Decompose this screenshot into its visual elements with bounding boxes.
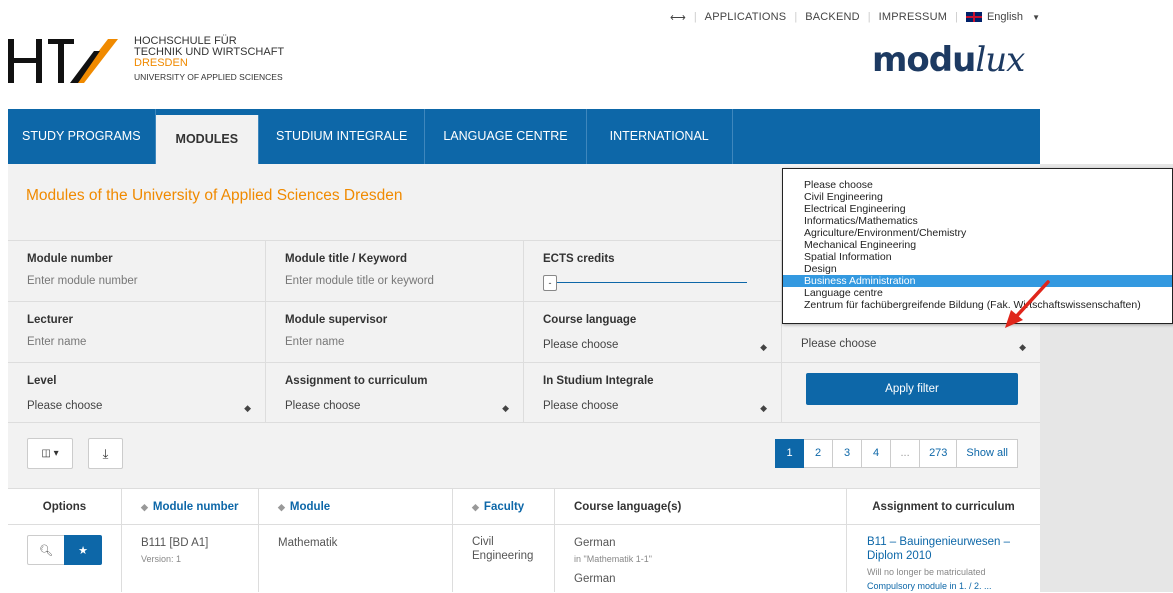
nav-study-programs[interactable]: STUDY PROGRAMS	[8, 109, 156, 164]
apply-filter-cell: Apply filter	[782, 363, 1040, 423]
results-toolbar: ◫ ▾ ⤓ 1 2 3 4 ... 273 Show all	[8, 422, 1040, 488]
select-caret-icon: ◆	[760, 403, 767, 413]
select-caret-icon: ◆	[244, 403, 251, 413]
favorite-button[interactable]: ★	[64, 535, 102, 565]
annotation-arrow-icon	[1005, 280, 1050, 328]
course-language-value-2: German	[574, 573, 616, 585]
main-nav: STUDY PROGRAMS MODULES STUDIUM INTEGRALE…	[8, 109, 1040, 164]
lecturer-filter: Lecturer Enter name	[8, 302, 266, 362]
download-button[interactable]: ⤓	[88, 438, 123, 469]
curriculum-detail: Compulsory module in 1. / 2. ...	[867, 581, 992, 591]
select-caret-icon: ◆	[760, 342, 767, 352]
columns-icon: ◫ ▾	[41, 448, 59, 459]
faculty-option[interactable]: Agriculture/Environment/Chemistry	[783, 227, 1172, 239]
course-language-filter: Course language Please choose ◆	[524, 302, 782, 362]
level-filter: Level Please choose ◆	[8, 363, 266, 423]
htw-logo[interactable]: HOCHSCHULE FÜR TECHNIK UND WIRTSCHAFT DR…	[8, 34, 308, 94]
course-language-select[interactable]: Please choose	[543, 339, 781, 351]
page-273[interactable]: 273	[920, 439, 958, 468]
nav-studium-integrale[interactable]: STUDIUM INTEGRALE	[259, 109, 426, 164]
view-details-button[interactable]: 🔍︎	[27, 535, 65, 565]
download-icon: ⤓	[102, 445, 109, 461]
module-number-value: B111 [BD A1]	[141, 537, 209, 549]
col-module-number[interactable]: ◆ Module number	[122, 489, 259, 524]
module-number-input[interactable]: Enter module number	[27, 275, 265, 287]
module-name: Mathematik	[259, 525, 453, 592]
htw-logo-mark-icon	[8, 39, 118, 83]
curriculum-note: Will no longer be matriculated	[867, 567, 986, 577]
ects-filter: ECTS credits -	[524, 241, 782, 301]
faculty-option[interactable]: Spatial Information	[783, 251, 1172, 263]
faculty-value: Civil Engineering	[453, 525, 555, 592]
ects-slider[interactable]: -	[543, 275, 747, 291]
faculty-option[interactable]: Zentrum für fachübergreifende Bildung (F…	[783, 299, 1172, 311]
show-all-button[interactable]: Show all	[957, 439, 1018, 468]
level-select[interactable]: Please choose	[27, 400, 265, 412]
page-3[interactable]: 3	[833, 439, 863, 468]
page-4[interactable]: 4	[862, 439, 892, 468]
caret-down-icon: ▼	[1032, 13, 1040, 22]
sort-icon: ◆	[472, 502, 479, 512]
sort-icon: ◆	[141, 502, 148, 512]
faculty-option[interactable]: Language centre	[783, 287, 1172, 299]
modulux-logo[interactable]: modulux	[872, 40, 1025, 80]
applications-link[interactable]: APPLICATIONS	[705, 11, 787, 23]
col-course-languages: Course language(s)	[555, 489, 847, 524]
curriculum-filter: Assignment to curriculum Please choose ◆	[266, 363, 524, 423]
faculty-option[interactable]: Mechanical Engineering	[783, 239, 1172, 251]
module-number-filter: Module number Enter module number	[8, 241, 266, 301]
table-row: 🔍︎ ★ B111 [BD A1] Version: 1 Mathematik …	[8, 525, 1040, 592]
supervisor-input[interactable]: Enter name	[285, 336, 523, 348]
page-title: Modules of the University of Applied Sci…	[26, 187, 403, 204]
backend-link[interactable]: BACKEND	[805, 11, 860, 23]
module-version: Version: 1	[141, 554, 182, 564]
faculty-option-selected[interactable]: Business Administration	[783, 275, 1172, 287]
faculty-option[interactable]: Please choose	[783, 179, 1172, 191]
faculty-option[interactable]: Electrical Engineering	[783, 203, 1172, 215]
pagination: 1 2 3 4 ... 273 Show all	[775, 439, 1018, 468]
page-2[interactable]: 2	[804, 439, 834, 468]
sort-icon: ◆	[278, 502, 285, 512]
studium-integrale-select[interactable]: Please choose	[543, 400, 781, 412]
course-language-note: in "Mathematik 1-1"	[574, 554, 652, 564]
module-title-filter: Module title / Keyword Enter module titl…	[266, 241, 524, 301]
lecturer-input[interactable]: Enter name	[27, 336, 265, 348]
curriculum-link[interactable]: B11 – Bauingenieurwesen – Diplom 2010	[867, 536, 1010, 562]
expand-width-icon[interactable]: ⟷	[670, 11, 686, 24]
supervisor-filter: Module supervisor Enter name	[266, 302, 524, 362]
select-caret-icon: ◆	[1019, 342, 1026, 352]
faculty-option[interactable]: Design	[783, 263, 1172, 275]
col-curriculum: Assignment to curriculum	[872, 501, 1015, 513]
studium-integrale-filter: In Studium Integrale Please choose ◆	[524, 363, 782, 423]
faculty-option[interactable]: Informatics/Mathematics	[783, 215, 1172, 227]
page-ellipsis: ...	[891, 439, 921, 468]
course-language-value: German	[574, 537, 616, 549]
module-title-input[interactable]: Enter module title or keyword	[285, 275, 523, 287]
col-faculty[interactable]: ◆ Faculty	[453, 489, 555, 524]
modules-table: Options ◆ Module number ◆ Module ◆ Faculty …	[8, 488, 1040, 592]
ects-slider-handle[interactable]: -	[543, 275, 557, 291]
top-utility-bar: ⟷ | APPLICATIONS | BACKEND | IMPRESSUM |…	[670, 11, 1040, 24]
nav-language-centre[interactable]: LANGUAGE CENTRE	[425, 109, 587, 164]
faculty-dropdown-list: Please choose Civil Engineering Electric…	[782, 168, 1173, 324]
faculty-select[interactable]: Please choose	[801, 338, 1040, 350]
nav-modules[interactable]: MODULES	[155, 115, 260, 164]
col-module[interactable]: ◆ Module	[259, 489, 453, 524]
faculty-option[interactable]: Civil Engineering	[783, 191, 1172, 203]
impressum-link[interactable]: IMPRESSUM	[879, 11, 947, 23]
col-options: Options	[8, 489, 122, 524]
magnifier-icon: 🔍︎	[39, 544, 53, 557]
language-selector[interactable]: English ▼	[965, 11, 1040, 23]
page-1[interactable]: 1	[775, 439, 805, 468]
curriculum-select[interactable]: Please choose	[285, 400, 523, 412]
columns-toggle-button[interactable]: ◫ ▾	[27, 438, 73, 469]
nav-international[interactable]: INTERNATIONAL	[587, 109, 733, 164]
star-icon: ★	[78, 544, 88, 557]
uk-flag-icon	[965, 12, 982, 23]
apply-filter-button[interactable]: Apply filter	[806, 373, 1018, 405]
select-caret-icon: ◆	[502, 403, 509, 413]
